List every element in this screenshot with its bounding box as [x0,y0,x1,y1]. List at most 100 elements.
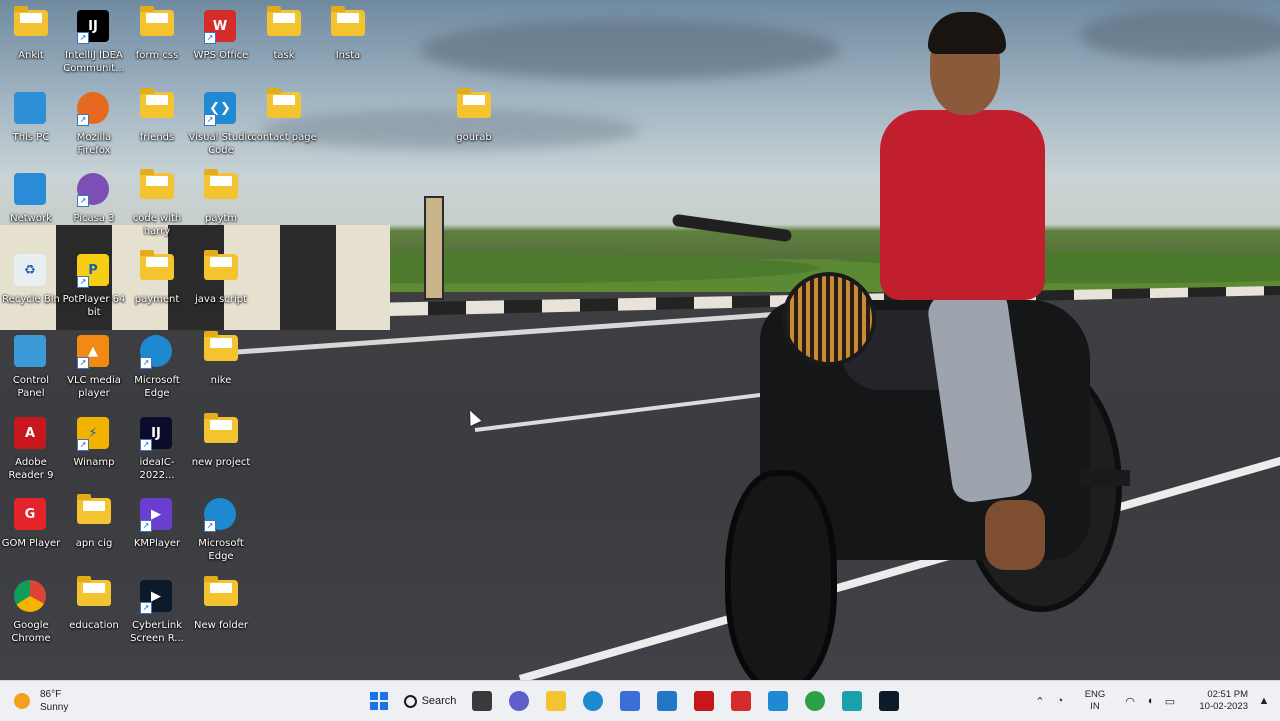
chat-icon [508,691,529,711]
desktop-icon-wps-office[interactable]: W ↗ WPS Office [188,4,254,62]
desktop-icon-control-panel[interactable]: Control Panel [0,329,64,400]
desktop-icon-picasa-3[interactable]: ↗ Picasa 3 [61,167,127,225]
battery-icon[interactable]: ▭ [1160,681,1180,721]
desktop-icon-label: gourab [456,132,492,143]
shortcut-arrow-icon: ↗ [204,114,216,126]
vscode-taskbar-button[interactable] [759,681,796,721]
desktop-icon-contact-page[interactable]: contact page [251,86,317,144]
volume-icon[interactable]: ◖ [1140,681,1160,721]
shortcut-arrow-icon: ↗ [77,32,89,44]
app-teal-taskbar-button[interactable] [833,681,870,721]
notification-bell-icon[interactable]: ▲ [1254,681,1274,721]
folder-icon [77,494,111,532]
desktop-icon-label: Insta [335,50,361,61]
desktop-icon-winamp[interactable]: ⚡ ↗ Winamp [61,411,127,469]
file-explorer-taskbar-button[interactable] [537,681,574,721]
edge-taskbar-button[interactable] [574,681,611,721]
desktop-icon-adobe-reader-9[interactable]: A Adobe Reader 9 [0,411,64,482]
desktop-icon-kmplayer[interactable]: ▶ ↗ KMPlayer [124,492,190,550]
desktop-icon-java-script[interactable]: java script [188,248,254,306]
desktop-icon-cyberlink-screen-r[interactable]: ▶ ↗ CyberLink Screen R... [124,574,190,645]
desktop-icon-gourab[interactable]: gourab [441,86,507,144]
language-indicator[interactable]: ENG IN [1078,689,1112,713]
pen-app-taskbar-button[interactable] [611,681,648,721]
wallpaper-bike-headlamp [782,272,876,366]
desktop-icon-payment[interactable]: payment [124,248,190,306]
desktop-icon-label: Adobe Reader 9 [8,457,54,481]
wifi-icon[interactable]: ◠ [1120,681,1140,721]
desktop-icon-label: WPS Office [193,50,249,61]
start-button[interactable] [360,681,397,721]
desktop-icon-label: friends [139,132,175,143]
desktop-icon-label: payment [134,294,180,305]
desktop-icon-vlc-media-player[interactable]: ▲ ↗ VLC media player [61,329,127,400]
desktop-icon-label: new project [191,457,251,468]
desktop-icon-paytm[interactable]: paytm [188,167,254,225]
desktop-icon-microsoft-edge[interactable]: ↗ Microsoft Edge [124,329,190,400]
google-chrome-app-icon [14,580,48,614]
desktop-icon-intellij-idea-communit[interactable]: IJ ↗ IntelliJ IDEA Communit... [61,4,127,75]
clock-date: 10-02-2023 [1199,701,1248,712]
wps-taskbar-button[interactable] [722,681,759,721]
desktop-icon-this-pc[interactable]: This PC [0,86,64,144]
desktop-icon-network[interactable]: Network [0,167,64,225]
language-region: IN [1090,701,1100,712]
wallpaper-person-shirt [880,110,1045,300]
desktop-icon-potplayer-64-bit[interactable]: P ↗ PotPlayer 64 bit [61,248,127,319]
desktop-icon-label: Ankit [18,50,44,61]
chat-taskbar-button[interactable] [500,681,537,721]
desktop-icon-friends[interactable]: friends [124,86,190,144]
desktop-icon-task[interactable]: task [251,4,317,62]
desktop-icon-visual-studio-code[interactable]: ❮❯ ↗ Visual Studio Code [188,86,254,157]
desktop-icon-microsoft-edge[interactable]: ↗ Microsoft Edge [188,492,254,563]
taskbar-search-button[interactable]: Search [397,681,463,721]
microsoft-edge-app-icon: ↗ [140,335,174,369]
desktop-icon-education[interactable]: education [61,574,127,632]
desktop-icon-label: task [273,50,295,61]
desktop-icon-label: KMPlayer [133,538,181,549]
desktop-icon-apn-cig[interactable]: apn cig [61,492,127,550]
chevron-up-icon[interactable]: ⌃ [1030,681,1050,721]
clock[interactable]: 02:51 PM 10-02-2023 [1190,689,1248,713]
task-view-taskbar-button[interactable] [463,681,500,721]
weather-widget[interactable]: 86°F Sunny [14,687,68,715]
desktop-icon-nike[interactable]: nike [188,329,254,387]
wallpaper-person-foot [985,500,1045,570]
cyberlink-screen-r-app-icon: ▶ ↗ [140,580,174,614]
wallpaper-lane-marking [474,389,793,432]
microsoft-edge-app-icon: ↗ [204,498,238,532]
recycle-bin-app-icon: ♻ [14,254,48,288]
mcafee-taskbar-button[interactable] [685,681,722,721]
desktop-icon-insta[interactable]: Insta [315,4,381,62]
desktop-icon-mozilla-firefox[interactable]: ↗ Mozilla Firefox [61,86,127,157]
chrome-taskbar-button[interactable] [796,681,833,721]
desktop-icon-google-chrome[interactable]: Google Chrome [0,574,64,645]
pycharm-taskbar-button[interactable] [870,681,907,721]
app-teal-icon [841,691,862,711]
folder-icon [77,576,111,614]
desktop-icon-label: form css [135,50,179,61]
desktop-icon-new-folder[interactable]: New folder [188,574,254,632]
shortcut-arrow-icon: ↗ [77,195,89,207]
desktop-icon-label: Recycle Bin [2,294,60,305]
store-icon [656,691,677,711]
security-icon[interactable]: ◔ [1050,681,1070,721]
store-taskbar-button[interactable] [648,681,685,721]
ideaic-2022-app-icon: IJ ↗ [140,417,174,451]
vlc-media-player-app-icon: ▲ ↗ [77,335,111,369]
desktop-icon-recycle-bin[interactable]: ♻ Recycle Bin [0,248,64,306]
search-icon [403,694,417,708]
wallpaper-bike-front-wheel [725,470,837,680]
desktop-icon-label: apn cig [75,538,113,549]
desktop-icon-form-css[interactable]: form css [124,4,190,62]
desktop-icon-gom-player[interactable]: G GOM Player [0,492,64,550]
desktop-icon-new-project[interactable]: new project [188,411,254,469]
desktop-icon-ankit[interactable]: Ankit [0,4,64,62]
folder-icon [204,576,238,614]
desktop-icon-code-with-harry[interactable]: code with harry [124,167,190,238]
folder-icon [140,88,174,126]
taskbar-pinned-apps: Search [360,681,907,721]
shortcut-arrow-icon: ↗ [140,602,152,614]
desktop-icon-ideaic-2022[interactable]: IJ ↗ ideaIC-2022... [124,411,190,482]
task-view-icon [471,691,492,711]
